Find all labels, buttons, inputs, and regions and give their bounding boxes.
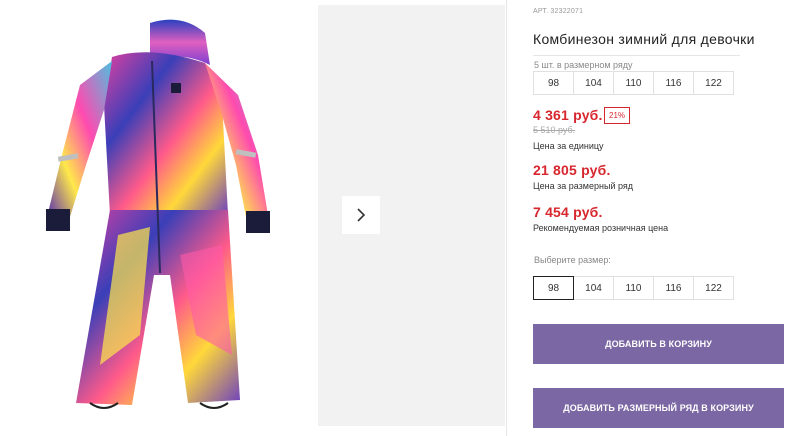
size-picker-label: Выберите размер: [534, 255, 611, 265]
size-option[interactable]: 110 [613, 276, 654, 300]
retail-price: 7 454 руб. [533, 204, 603, 220]
discount-badge: 21% [604, 107, 631, 124]
product-photo[interactable] [0, 5, 318, 426]
add-set-to-cart-button[interactable]: ДОБАВИТЬ РАЗМЕРНЫЙ РЯД В КОРЗИНУ [533, 388, 784, 428]
set-size-cell: 98 [533, 71, 574, 95]
size-option-selected[interactable]: 98 [533, 276, 574, 300]
set-sizes-row: 98 104 110 116 122 [533, 71, 734, 95]
set-size-cell: 104 [573, 71, 614, 95]
product-gallery [0, 0, 505, 436]
gallery-next-button[interactable] [342, 196, 380, 234]
set-price-caption: Цена за размерный ряд [533, 181, 634, 191]
product-sku: АРТ. 32322071 [533, 8, 584, 15]
add-to-cart-button[interactable]: ДОБАВИТЬ В КОРЗИНУ [533, 324, 784, 364]
set-size-cell: 122 [693, 71, 734, 95]
unit-price: 4 361 руб. [533, 107, 603, 123]
unit-price-caption: Цена за единицу [533, 141, 604, 151]
set-price: 21 805 руб. [533, 162, 611, 178]
product-photo-image [46, 19, 270, 409]
set-size-cell: 110 [613, 71, 654, 95]
set-size-cell: 116 [653, 71, 694, 95]
size-option[interactable]: 104 [573, 276, 614, 300]
product-title: Комбинезон зимний для девочки [533, 31, 755, 47]
set-size-note: 5 шт. в размерном ряду [534, 60, 633, 70]
size-picker: 98 104 110 116 122 [533, 276, 734, 300]
old-price: 5 510 руб. [533, 125, 576, 135]
size-option[interactable]: 122 [693, 276, 734, 300]
size-option[interactable]: 116 [653, 276, 694, 300]
retail-price-caption: Рекомендуемая розничная цена [533, 223, 669, 233]
column-divider [506, 0, 507, 436]
chevron-right-icon [357, 208, 366, 222]
title-divider [533, 55, 740, 56]
